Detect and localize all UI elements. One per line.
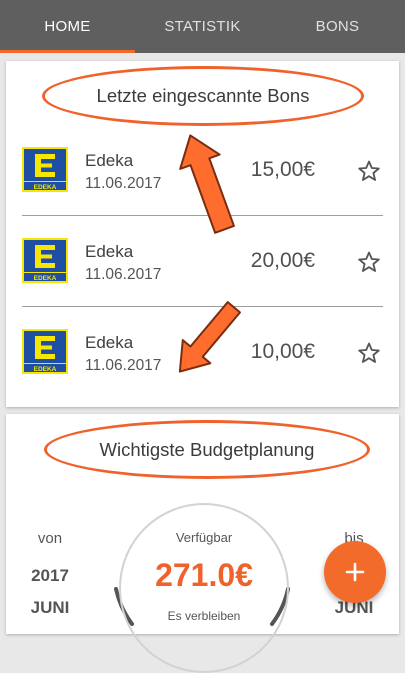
tab-home[interactable]: HOME [0,0,135,53]
tab-bar: HOME STATISTIK BONS [0,0,405,53]
remaining-label: Es verbleiben [167,609,241,623]
available-amount: 271.0€ [155,557,253,593]
available-label: Verfügbar [175,530,233,545]
budget-circle: Verfügbar 271.0€ Es verbleiben [119,503,289,673]
down-arrow-icon [178,301,241,373]
budget-from-label: von [37,530,63,547]
budget-from-month: JUNI [30,598,70,617]
plus-icon [345,562,365,582]
active-tab-indicator [0,50,135,53]
tab-bons[interactable]: BONS [270,0,405,53]
add-receipt-button[interactable] [324,541,386,603]
recent-receipts-card: Letzte eingescannte Bons EDEKA Edeka 11.… [6,61,399,407]
annotation-arrows [178,134,241,373]
up-arrow-icon [179,134,235,234]
tab-statistik[interactable]: STATISTIK [135,0,270,53]
budget-from-year: 2017 [31,566,69,585]
budget-title: Wichtigste Budgetplanung [44,420,370,479]
